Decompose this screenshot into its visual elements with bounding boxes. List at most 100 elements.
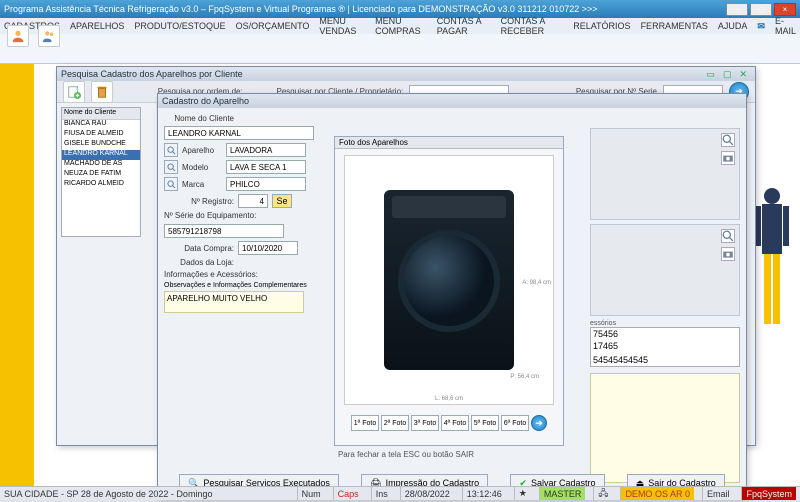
person-illustration — [752, 184, 792, 364]
close-hint: Para fechar a tela ESC ou botão SAIR — [338, 450, 474, 459]
photo-panel: Foto dos Aparelhos A: 98,4 cm L: 68,6 cm… — [334, 136, 564, 446]
status-email[interactable]: Email — [702, 487, 734, 500]
obs-textarea[interactable]: APARELHO MUITO VELHO — [164, 291, 304, 313]
app-title: Programa Assistência Técnica Refrigeraçã… — [4, 4, 726, 14]
content-area: Pesquisa Cadastro dos Aparelhos por Clie… — [0, 64, 800, 486]
camera-icon[interactable] — [721, 247, 735, 261]
status-num: Num — [297, 487, 325, 500]
status-brand: FpqSystem — [741, 487, 796, 500]
client-row[interactable]: RICARDO ALMEID — [62, 180, 140, 190]
photo-panel-title: Foto dos Aparelhos — [335, 137, 563, 149]
client-row[interactable]: NEUZA DE FATIM — [62, 170, 140, 180]
menu-ajuda[interactable]: AJUDA — [718, 21, 748, 31]
search-max-icon[interactable]: ▢ — [723, 69, 732, 80]
menu-receber[interactable]: CONTAS A RECEBER — [501, 16, 564, 36]
modelo-lookup-button[interactable] — [164, 160, 178, 174]
registro-label: Nº Registro: — [164, 197, 234, 206]
status-star-icon: ★ — [514, 487, 531, 500]
cadastro-window: Cadastro do Aparelho Nome do Cliente Apa… — [157, 93, 747, 499]
washing-machine-image — [384, 190, 514, 370]
nome-input[interactable] — [164, 126, 314, 140]
close-button[interactable]: × — [774, 3, 796, 16]
acess-item: 75456 — [591, 328, 739, 340]
aparelho-lookup-button[interactable] — [164, 143, 178, 157]
menu-produto[interactable]: PRODUTO/ESTOQUE — [134, 21, 225, 31]
status-city: SUA CIDADE - SP 28 de Agosto de 2022 - D… — [4, 489, 212, 499]
status-time: 13:12:46 — [462, 487, 506, 500]
tool-clientes[interactable] — [7, 25, 29, 47]
search-min-icon[interactable]: ▭ — [706, 69, 715, 80]
photo-5-button[interactable]: 5ª Foto — [471, 415, 499, 431]
search-close-icon[interactable]: ✕ — [739, 69, 747, 80]
client-row[interactable]: FIUSA DE ALMEID — [62, 130, 140, 140]
right-column: essórios 75456 17465 54545454545 — [590, 128, 740, 483]
registro-input[interactable] — [238, 194, 268, 208]
maximize-button[interactable]: □ — [750, 3, 772, 16]
nserie-input[interactable] — [164, 224, 284, 238]
zoom-icon[interactable] — [721, 229, 735, 243]
minimize-button[interactable]: – — [726, 3, 748, 16]
status-bar: SUA CIDADE - SP 28 de Agosto de 2022 - D… — [0, 486, 800, 500]
acess-item: 17465 — [591, 340, 739, 352]
client-list[interactable]: Nome do Cliente BIANCA RAU FIUSA DE ALME… — [61, 107, 141, 237]
menu-compras[interactable]: MENU COMPRAS — [375, 16, 427, 36]
status-demo: DEMO OS AR 0 — [620, 487, 694, 500]
nome-label: Nome do Cliente — [164, 114, 234, 123]
camera-icon[interactable] — [721, 151, 735, 165]
client-row[interactable]: GISELE BUNDCHE — [62, 140, 140, 150]
client-list-header: Nome do Cliente — [62, 108, 140, 120]
acessorios-list[interactable]: 75456 17465 54545454545 — [590, 327, 740, 367]
cadastro-title: Cadastro do Aparelho — [158, 94, 746, 108]
photo-slot-1 — [590, 128, 740, 220]
photo-next-button[interactable]: ➔ — [531, 415, 547, 431]
status-ins: Ins — [371, 487, 392, 500]
menu-vendas[interactable]: MENU VENDAS — [319, 16, 365, 36]
photo-3-button[interactable]: 3ª Foto — [411, 415, 439, 431]
photo-buttons: 1ª Foto 2ª Foto 3ª Foto 4ª Foto 5ª Foto … — [335, 411, 563, 435]
menu-pagar[interactable]: CONTAS A PAGAR — [437, 16, 491, 36]
status-master: MASTER — [539, 487, 586, 500]
acess-item: 54545454545 — [591, 354, 739, 366]
status-caps: Caps — [333, 487, 363, 500]
data-input[interactable] — [238, 241, 298, 255]
status-date: 28/08/2022 — [400, 487, 454, 500]
new-record-button[interactable] — [63, 81, 85, 103]
menu-ferramentas[interactable]: FERRAMENTAS — [641, 21, 708, 31]
photo-slot-2 — [590, 224, 740, 316]
se-button[interactable]: Se — [272, 194, 292, 208]
photo-2-button[interactable]: 2ª Foto — [381, 415, 409, 431]
aparelho-input[interactable] — [226, 143, 306, 157]
photo-6-button[interactable]: 6ª Foto — [501, 415, 529, 431]
yellow-strip — [0, 64, 34, 486]
modelo-input[interactable] — [226, 160, 306, 174]
appliance-photo: A: 98,4 cm L: 68,6 cm P: 56,4 cm — [344, 155, 554, 405]
window-controls: – □ × — [726, 3, 796, 16]
dim-height: A: 98,4 cm — [522, 280, 551, 286]
menu-relatorios[interactable]: RELATÓRIOS — [573, 21, 630, 31]
dim-width: L: 68,6 cm — [435, 396, 463, 402]
loja-label: Dados da Loja: — [164, 258, 234, 267]
photo-1-button[interactable]: 1ª Foto — [351, 415, 379, 431]
client-row[interactable]: MACHADO DE AS — [62, 160, 140, 170]
zoom-icon[interactable] — [721, 133, 735, 147]
menu-email[interactable]: E-MAIL — [775, 16, 796, 36]
search-window-title: Pesquisa Cadastro dos Aparelhos por Clie… — [57, 67, 755, 81]
tool-fornec[interactable] — [38, 25, 60, 47]
nserie-label: Nº Série do Equipamento: — [164, 211, 256, 220]
data-label: Data Compra: — [164, 244, 234, 253]
status-network-icon: 🖧 — [593, 487, 612, 500]
marca-lookup-button[interactable] — [164, 177, 178, 191]
notes-area[interactable] — [590, 373, 740, 483]
client-row[interactable]: BIANCA RAU — [62, 120, 140, 130]
photo-4-button[interactable]: 4ª Foto — [441, 415, 469, 431]
menu-bar: CADASTROS APARELHOS PRODUTO/ESTOQUE OS/O… — [0, 18, 800, 34]
search-window: Pesquisa Cadastro dos Aparelhos por Clie… — [56, 66, 756, 446]
acessorios-label: essórios — [590, 320, 740, 327]
obs-label: Observações e Informações Complementares — [164, 282, 334, 289]
marca-input[interactable] — [226, 177, 306, 191]
client-row-selected[interactable]: LEANDRO KARNAL — [62, 150, 140, 160]
delete-record-button[interactable] — [91, 81, 113, 103]
menu-aparelhos[interactable]: APARELHOS — [70, 21, 124, 31]
info-label: Informações e Acessórios: — [164, 270, 258, 279]
menu-os[interactable]: OS/ORÇAMENTO — [236, 21, 310, 31]
